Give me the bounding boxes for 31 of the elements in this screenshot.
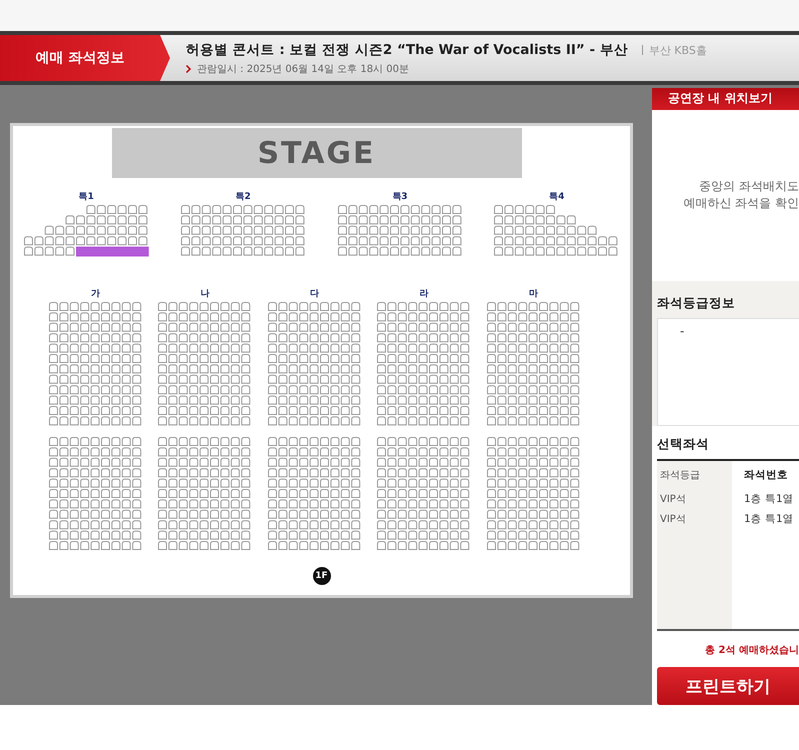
selected-seats-highlight[interactable] xyxy=(76,246,149,256)
floor-badge: 1F xyxy=(312,567,330,586)
section-label: 특4 xyxy=(549,191,564,203)
table-cell: VIP석 xyxy=(657,509,732,529)
concert-title: 허용별 콘서트 : 보컬 전쟁 시즌2 “The War of Vocalists II” - 부산 xyxy=(186,41,628,59)
section-label: 다 xyxy=(310,288,319,300)
total-text: 총 2석 예매하셨습니 xyxy=(704,644,799,657)
chevron-icon xyxy=(186,65,191,73)
grade-info-box: - xyxy=(657,318,799,426)
grade-info-title: 좌석등급정보 xyxy=(657,294,736,312)
section-tab[interactable]: 예매 좌석정보 xyxy=(0,35,170,81)
column-header: 좌석등급 xyxy=(657,461,732,489)
section-label: 특1 xyxy=(78,191,94,203)
section-label: 특3 xyxy=(392,191,408,203)
section-label: 특2 xyxy=(235,191,251,203)
table-cell: VIP석 xyxy=(657,489,732,509)
hint-text: 예매하신 좌석을 확인 xyxy=(683,195,799,212)
selected-seats-title: 선택좌석 xyxy=(657,436,710,453)
panel-title: 공연장 내 위치보기 xyxy=(652,88,799,110)
section-label: 가 xyxy=(90,288,100,300)
section-label: 나 xyxy=(200,288,210,300)
venue-name: 부산 KBS홀 xyxy=(648,42,707,58)
print-button[interactable]: 프린트하기 xyxy=(657,667,799,705)
stage: STAGE xyxy=(112,128,522,178)
section-label: 라 xyxy=(420,288,429,300)
table-cell-text: 1층 특1열 xyxy=(743,512,795,527)
section-label: 마 xyxy=(529,288,538,300)
column-header: 좌석번호 xyxy=(743,468,789,483)
table-cell-text: 1층 특1열 xyxy=(743,492,795,507)
hint-text: 중앙의 좌석배치도 xyxy=(699,178,799,196)
performance-date: 관람일시 : 2025년 06월 14일 오후 18시 00분 xyxy=(197,63,409,76)
